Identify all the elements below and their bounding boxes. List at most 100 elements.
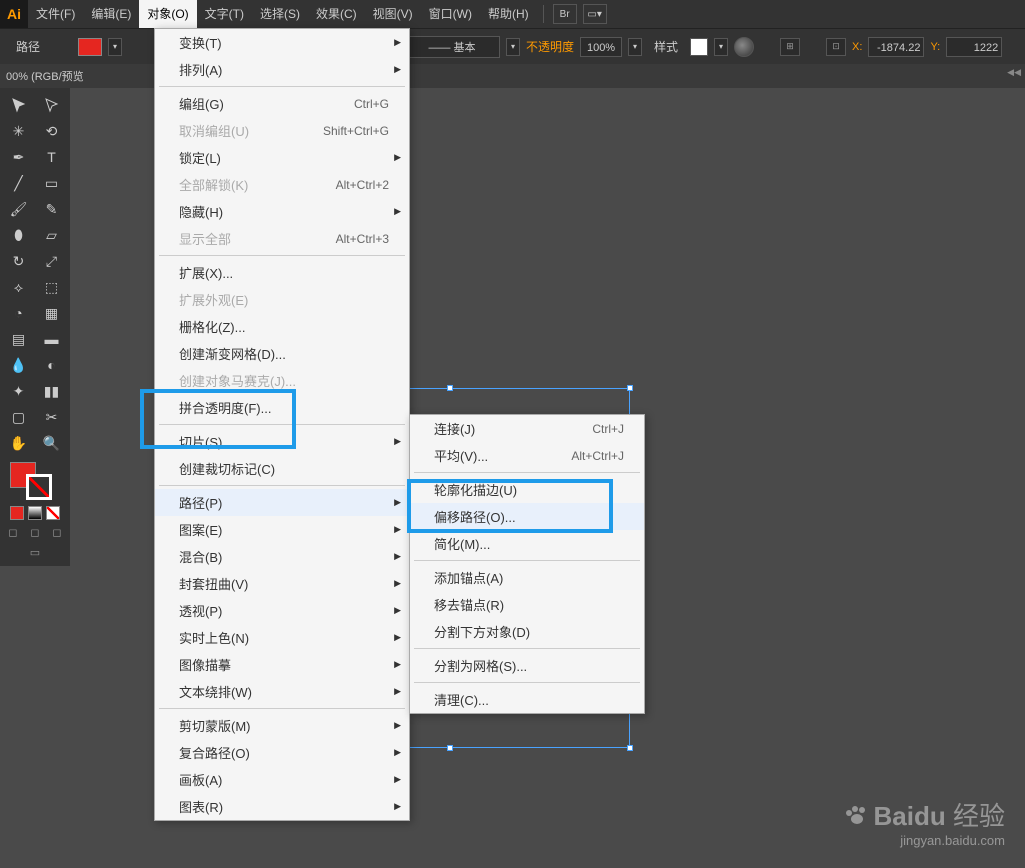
lasso-tool[interactable]: ⟲: [38, 119, 66, 143]
blob-brush-tool[interactable]: ⬮: [5, 223, 33, 247]
align-button[interactable]: ⊞: [780, 38, 800, 56]
gradient-mode[interactable]: [28, 506, 42, 520]
menu-type[interactable]: 文字(T): [197, 0, 252, 28]
document-tab[interactable]: 00% (RGB/预览: [6, 68, 84, 84]
menu-edit[interactable]: 编辑(E): [83, 0, 139, 28]
submenu-add-anchor[interactable]: 添加锚点(A): [410, 564, 644, 591]
style-dropdown[interactable]: ▾: [714, 38, 728, 56]
shape-builder-tool[interactable]: ◔: [5, 301, 33, 325]
menu-trim-marks[interactable]: 创建裁切标记(C): [155, 455, 409, 482]
menu-help[interactable]: 帮助(H): [480, 0, 537, 28]
pen-tool[interactable]: ✒: [5, 145, 33, 169]
selection-tool[interactable]: [5, 93, 33, 117]
line-tool[interactable]: ╱: [5, 171, 33, 195]
collapse-arrows-icon[interactable]: ◀◀: [1007, 67, 1021, 78]
submenu-divide-below[interactable]: 分割下方对象(D): [410, 618, 644, 645]
menu-window[interactable]: 窗口(W): [421, 0, 480, 28]
pencil-tool[interactable]: ✎: [38, 197, 66, 221]
draw-normal-icon[interactable]: ◻: [8, 526, 17, 539]
artboard-tool[interactable]: ▢: [5, 405, 33, 429]
menu-expand[interactable]: 扩展(X)...: [155, 259, 409, 286]
type-tool[interactable]: T: [38, 145, 66, 169]
submenu-remove-anchor[interactable]: 移去锚点(R): [410, 591, 644, 618]
menu-slice[interactable]: 切片(S): [155, 428, 409, 455]
change-screen-mode[interactable]: ▭: [2, 542, 68, 562]
menu-live-paint[interactable]: 实时上色(N): [155, 624, 409, 651]
slice-tool[interactable]: ✂: [38, 405, 66, 429]
style-swatch[interactable]: [690, 38, 708, 56]
rotate-tool[interactable]: ↻: [5, 249, 33, 273]
x-value[interactable]: -1874.22: [868, 37, 924, 57]
menu-perspective[interactable]: 透视(P): [155, 597, 409, 624]
gradient-tool[interactable]: ▬: [38, 327, 66, 351]
zoom-tool[interactable]: 🔍: [38, 431, 66, 455]
menu-clipping-mask[interactable]: 剪切蒙版(M): [155, 712, 409, 739]
column-graph-tool[interactable]: ▮▮: [38, 379, 66, 403]
eyedropper-tool[interactable]: 💧: [5, 353, 33, 377]
menu-select[interactable]: 选择(S): [252, 0, 308, 28]
rectangle-tool[interactable]: ▭: [38, 171, 66, 195]
free-transform-tool[interactable]: ⬚: [38, 275, 66, 299]
fill-dropdown[interactable]: ▾: [108, 38, 122, 56]
menu-group[interactable]: 编组(G)Ctrl+G: [155, 90, 409, 117]
submenu-offset-path[interactable]: 偏移路径(O)...: [410, 503, 644, 530]
submenu-simplify[interactable]: 简化(M)...: [410, 530, 644, 557]
recolor-artwork-button[interactable]: [734, 37, 754, 57]
handle-bot-right[interactable]: [627, 745, 633, 751]
submenu-outline-stroke[interactable]: 轮廓化描边(U): [410, 476, 644, 503]
menu-envelope[interactable]: 封套扭曲(V): [155, 570, 409, 597]
stroke-profile-select[interactable]: —— 基本: [404, 36, 500, 58]
draw-inside-icon[interactable]: ◻: [52, 526, 61, 539]
menu-image-trace[interactable]: 图像描摹: [155, 651, 409, 678]
magic-wand-tool[interactable]: ✳: [5, 119, 33, 143]
perspective-grid-tool[interactable]: ▦: [38, 301, 66, 325]
fill-stroke-indicator[interactable]: [2, 460, 68, 504]
width-tool[interactable]: ⟡: [5, 275, 33, 299]
opacity-value[interactable]: 100%: [580, 37, 622, 57]
menu-transform[interactable]: 变换(T): [155, 29, 409, 56]
opacity-dropdown[interactable]: ▾: [628, 38, 642, 56]
submenu-average[interactable]: 平均(V)...Alt+Ctrl+J: [410, 442, 644, 469]
handle-bot-mid[interactable]: [447, 745, 453, 751]
stroke-color-icon[interactable]: [26, 474, 52, 500]
menu-graph[interactable]: 图表(R): [155, 793, 409, 820]
menu-gradient-mesh[interactable]: 创建渐变网格(D)...: [155, 340, 409, 367]
stroke-profile-dropdown[interactable]: ▾: [506, 38, 520, 56]
eraser-tool[interactable]: ▱: [38, 223, 66, 247]
menu-hide[interactable]: 隐藏(H): [155, 198, 409, 225]
menu-object[interactable]: 对象(O): [139, 0, 196, 28]
layout-button[interactable]: ▭▾: [583, 4, 607, 24]
solid-color-mode[interactable]: [10, 506, 24, 520]
bridge-button[interactable]: Br: [553, 4, 577, 24]
blend-tool[interactable]: ◐: [38, 353, 66, 377]
mesh-tool[interactable]: ▤: [5, 327, 33, 351]
submenu-split-grid[interactable]: 分割为网格(S)...: [410, 652, 644, 679]
submenu-cleanup[interactable]: 清理(C)...: [410, 686, 644, 713]
scale-tool[interactable]: ⤢: [38, 249, 66, 273]
handle-top-right[interactable]: [627, 385, 633, 391]
handle-top-mid[interactable]: [447, 385, 453, 391]
menu-artboards[interactable]: 画板(A): [155, 766, 409, 793]
menu-view[interactable]: 视图(V): [365, 0, 421, 28]
menu-rasterize[interactable]: 栅格化(Z)...: [155, 313, 409, 340]
hand-tool[interactable]: ✋: [5, 431, 33, 455]
menu-text-wrap[interactable]: 文本绕排(W): [155, 678, 409, 705]
menu-arrange[interactable]: 排列(A): [155, 56, 409, 83]
direct-selection-tool[interactable]: [38, 93, 66, 117]
draw-behind-icon[interactable]: ◻: [30, 526, 39, 539]
none-mode[interactable]: [46, 506, 60, 520]
menu-lock[interactable]: 锁定(L): [155, 144, 409, 171]
symbol-sprayer-tool[interactable]: ✦: [5, 379, 33, 403]
transform-origin-button[interactable]: ⊡: [826, 38, 846, 56]
paintbrush-tool[interactable]: 🖌: [5, 197, 33, 221]
submenu-join[interactable]: 连接(J)Ctrl+J: [410, 415, 644, 442]
y-value[interactable]: 1222: [946, 37, 1002, 57]
menu-effect[interactable]: 效果(C): [308, 0, 365, 28]
menu-compound-path[interactable]: 复合路径(O): [155, 739, 409, 766]
menu-path[interactable]: 路径(P): [155, 489, 409, 516]
menu-pattern[interactable]: 图案(E): [155, 516, 409, 543]
menu-file[interactable]: 文件(F): [28, 0, 83, 28]
fill-swatch[interactable]: [78, 38, 102, 56]
menu-blend[interactable]: 混合(B): [155, 543, 409, 570]
menu-flatten[interactable]: 拼合透明度(F)...: [155, 394, 409, 421]
